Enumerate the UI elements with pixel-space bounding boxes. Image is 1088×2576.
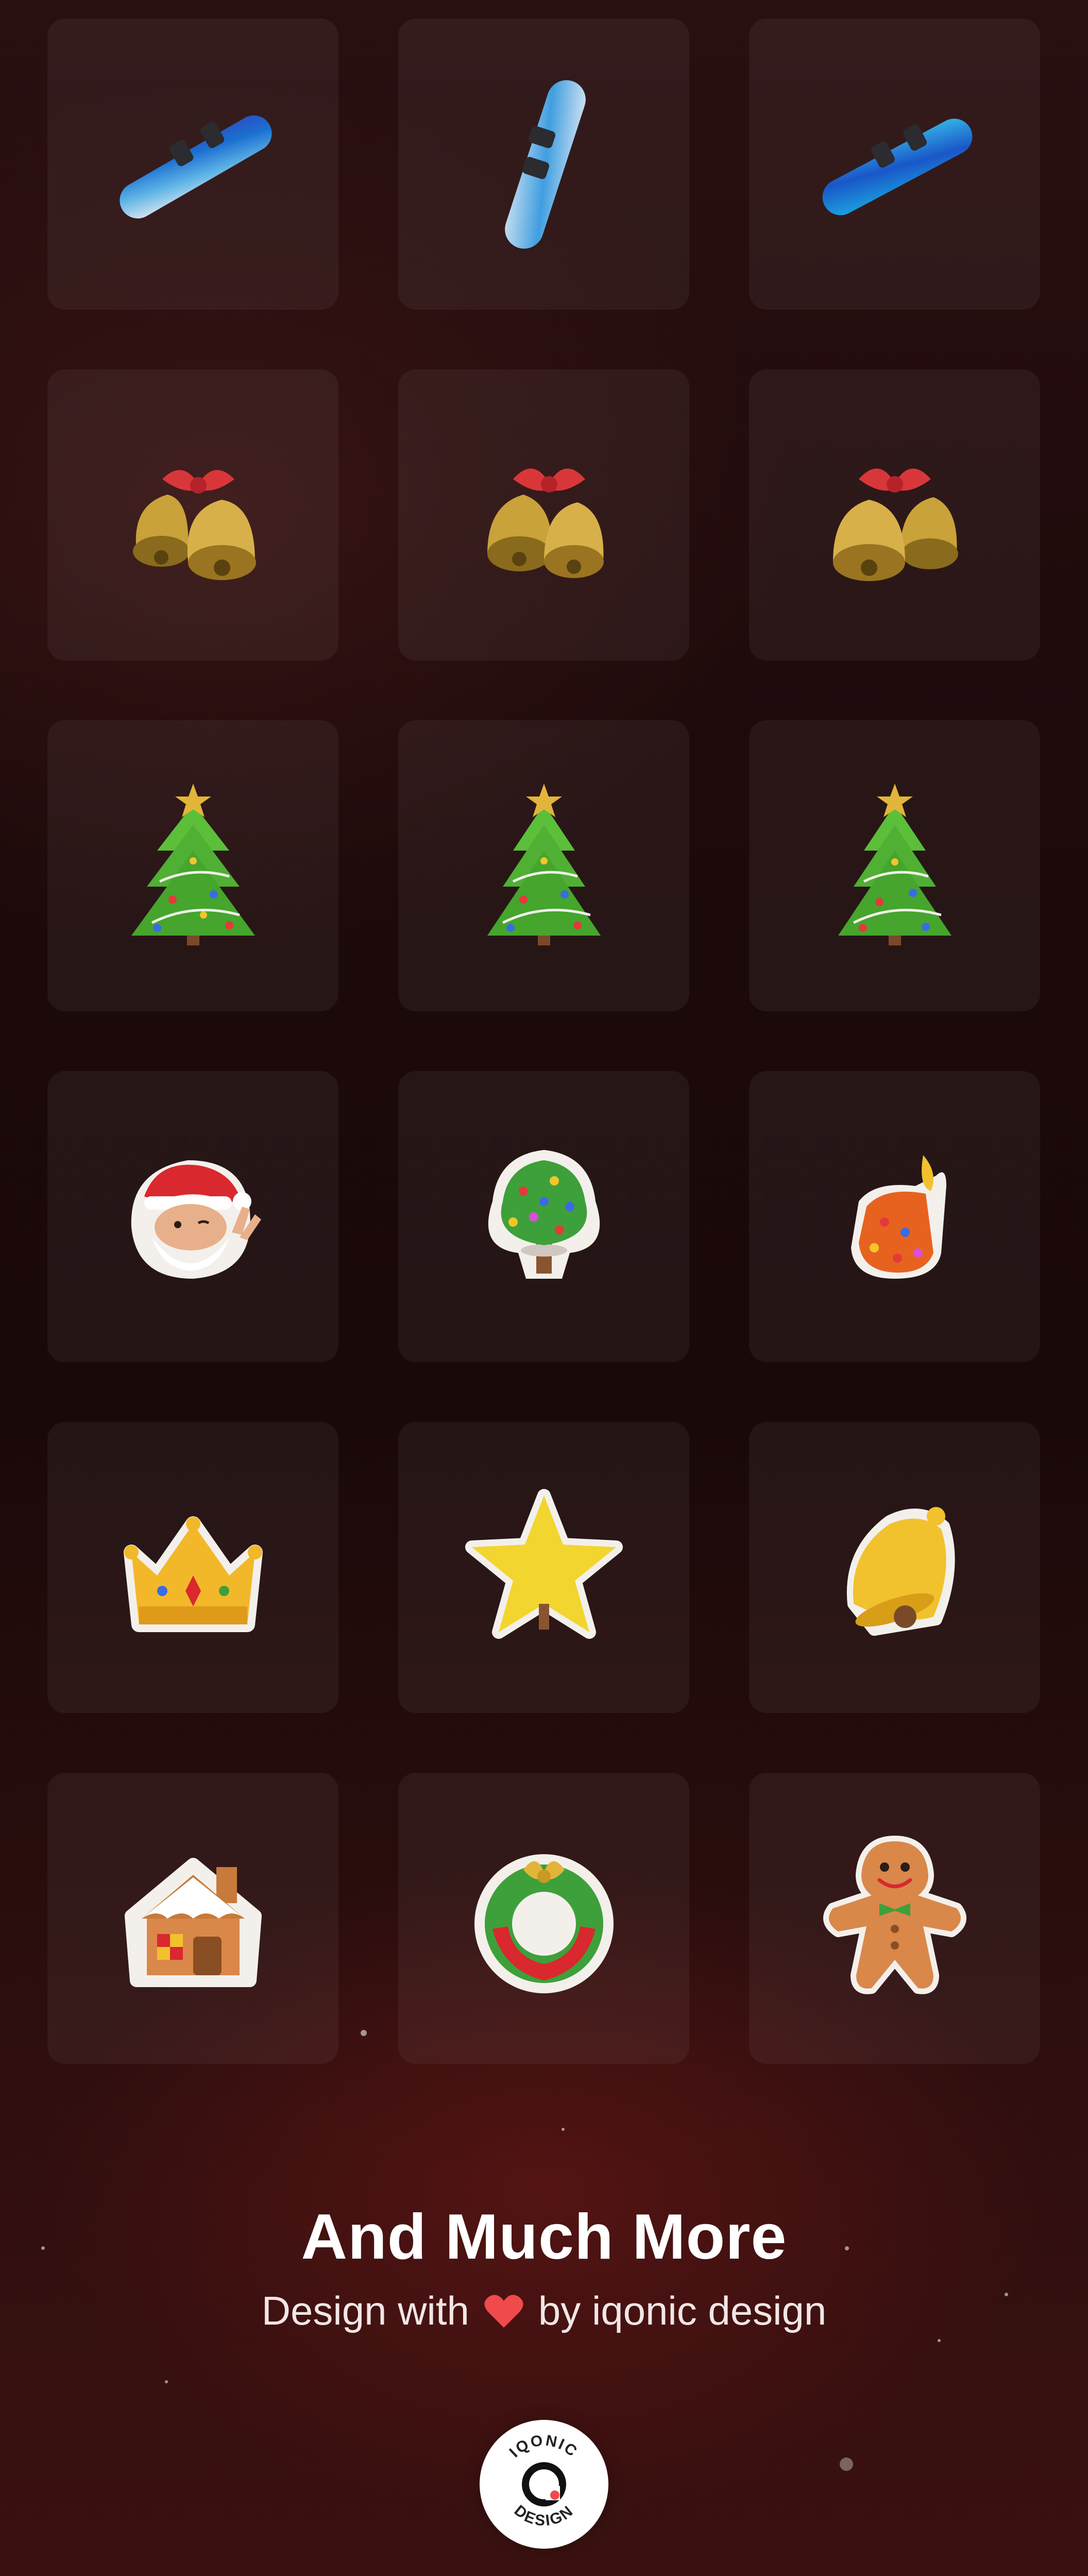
- icon-tile[interactable]: [47, 1773, 338, 2064]
- snowboard-icon: [119, 115, 272, 218]
- santa-sticker-icon: [131, 1160, 261, 1279]
- wreath-sticker-icon: [474, 1854, 614, 1993]
- icon-tile[interactable]: [398, 19, 689, 310]
- jingle-bells-icon: [487, 468, 604, 578]
- icon-tile[interactable]: [47, 1071, 338, 1362]
- bell-sticker-icon: [846, 1506, 955, 1636]
- footer: And Much More Design with by iqonic desi…: [0, 2205, 1088, 2331]
- icon-tile[interactable]: [749, 369, 1040, 660]
- icon-grid: [47, 19, 1041, 2064]
- jingle-bells-icon: [132, 469, 256, 580]
- footer-subtitle: Design with by iqonic design: [0, 2291, 1088, 2331]
- svg-text:IQONIC: IQONIC: [506, 2432, 582, 2461]
- logo-mark-icon: IQONIC DESIGN: [506, 2432, 582, 2530]
- christmas-tree-icon: [838, 783, 951, 945]
- star-sticker-icon: [465, 1488, 623, 1639]
- icon-tile[interactable]: [47, 1422, 338, 1713]
- icon-tile[interactable]: [398, 720, 689, 1011]
- crown-sticker-icon: [123, 1516, 263, 1632]
- subtitle-before: Design with: [261, 2288, 469, 2333]
- icon-tile[interactable]: [398, 369, 689, 660]
- icon-tile[interactable]: [749, 720, 1040, 1011]
- candle-sticker-icon: [851, 1155, 946, 1279]
- icon-tile[interactable]: [749, 1773, 1040, 2064]
- icon-tile[interactable]: [398, 1773, 689, 2064]
- icon-tile[interactable]: [398, 1422, 689, 1713]
- jingle-bells-icon: [832, 468, 958, 581]
- sparkle: [361, 2030, 367, 2036]
- icon-tile[interactable]: [398, 1071, 689, 1362]
- icon-tile[interactable]: [749, 19, 1040, 310]
- sparkle: [165, 2380, 168, 2383]
- logo-text-top: IQONIC: [506, 2432, 580, 2461]
- sparkle: [938, 2339, 941, 2342]
- tree-sticker-icon: [488, 1149, 600, 1279]
- heart-icon: [484, 2295, 523, 2328]
- iqonic-logo[interactable]: IQONIC DESIGN: [480, 2420, 608, 2549]
- christmas-tree-icon: [131, 783, 255, 945]
- icon-tile[interactable]: [47, 19, 338, 310]
- icon-tile[interactable]: [47, 720, 338, 1011]
- snowboard-icon: [504, 80, 586, 249]
- gingerbread-man-sticker-icon: [823, 1835, 966, 1994]
- gingerbread-house-sticker-icon: [124, 1857, 262, 1987]
- footer-title: And Much More: [301, 2201, 787, 2273]
- icon-tile[interactable]: [749, 1071, 1040, 1362]
- sparkle: [840, 2458, 853, 2471]
- snowboard-icon: [822, 118, 972, 215]
- subtitle-after: by iqonic design: [538, 2288, 827, 2333]
- sparkle: [562, 2128, 565, 2131]
- icon-tile[interactable]: [47, 369, 338, 660]
- christmas-tree-icon: [487, 783, 601, 945]
- icon-tile[interactable]: [749, 1422, 1040, 1713]
